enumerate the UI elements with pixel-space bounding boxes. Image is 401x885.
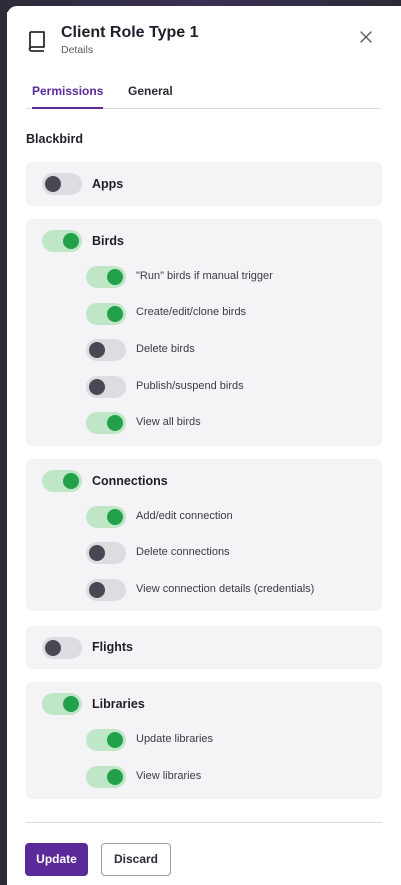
toggle-view-libraries[interactable] xyxy=(86,766,126,788)
toggle-knob xyxy=(107,769,123,785)
toggle-update-libraries[interactable] xyxy=(86,729,126,751)
toggle-knob xyxy=(63,233,79,249)
permission-group-connections: Connections Add/edit connection Delete c… xyxy=(26,459,382,611)
toggle-flights[interactable] xyxy=(42,637,82,659)
group-label-apps: Apps xyxy=(92,177,124,191)
toggle-connections[interactable] xyxy=(42,470,82,492)
footer-divider xyxy=(26,822,382,823)
item-label-add-connection: Add/edit connection xyxy=(136,510,233,522)
permission-group-flights: Flights xyxy=(26,626,382,669)
item-label-update-libraries: Update libraries xyxy=(136,733,214,745)
discard-button[interactable]: Discard xyxy=(101,843,171,876)
permission-group-libraries: Libraries Update libraries View librarie… xyxy=(26,682,382,799)
group-label-libraries: Libraries xyxy=(92,697,145,711)
group-label-flights: Flights xyxy=(92,640,133,654)
book-icon xyxy=(26,29,48,53)
panel-header: Client Role Type 1 Details xyxy=(26,22,381,62)
toggle-delete-birds[interactable] xyxy=(86,339,126,361)
item-label-delete-connections: Delete connections xyxy=(136,546,230,558)
group-label-connections: Connections xyxy=(92,474,168,488)
toggle-delete-connections[interactable] xyxy=(86,542,126,564)
toggle-libraries[interactable] xyxy=(42,693,82,715)
item-label-view-birds: View all birds xyxy=(136,416,201,428)
group-label-birds: Birds xyxy=(92,234,124,248)
toggle-knob xyxy=(107,269,123,285)
toggle-add-connection[interactable] xyxy=(86,506,126,528)
item-label-view-libraries: View libraries xyxy=(136,770,202,782)
toggle-view-connection-details[interactable] xyxy=(86,579,126,601)
toggle-knob xyxy=(107,732,123,748)
toggle-knob xyxy=(45,640,61,656)
toggle-knob xyxy=(89,342,105,358)
section-title: Blackbird xyxy=(26,132,83,146)
close-icon[interactable] xyxy=(357,28,375,46)
page-subtitle: Details xyxy=(61,44,94,56)
toggle-knob xyxy=(107,509,123,525)
update-button[interactable]: Update xyxy=(25,843,88,876)
toggle-knob xyxy=(89,379,105,395)
page-title: Client Role Type 1 xyxy=(61,24,199,41)
tab-bar: Permissions General xyxy=(26,76,381,109)
toggle-birds[interactable] xyxy=(42,230,82,252)
toggle-knob xyxy=(63,696,79,712)
toggle-view-birds[interactable] xyxy=(86,412,126,434)
toggle-knob xyxy=(89,545,105,561)
toggle-knob xyxy=(107,306,123,322)
tab-general[interactable]: General xyxy=(128,84,173,108)
toggle-knob xyxy=(63,473,79,489)
backdrop-left xyxy=(0,0,7,885)
item-label-run-birds: "Run" birds if manual trigger xyxy=(136,270,273,282)
item-label-view-connection-details: View connection details (credentials) xyxy=(136,583,315,595)
item-label-publish-birds: Publish/suspend birds xyxy=(136,380,244,392)
permission-group-birds: Birds "Run" birds if manual trigger Crea… xyxy=(26,219,382,446)
toggle-knob xyxy=(107,415,123,431)
permission-group-apps: Apps xyxy=(26,162,382,206)
toggle-knob xyxy=(45,176,61,192)
toggle-run-birds[interactable] xyxy=(86,266,126,288)
toggle-publish-birds[interactable] xyxy=(86,376,126,398)
tab-permissions[interactable]: Permissions xyxy=(32,84,104,109)
item-label-create-birds: Create/edit/clone birds xyxy=(136,306,247,318)
item-label-delete-birds: Delete birds xyxy=(136,343,195,355)
toggle-knob xyxy=(89,582,105,598)
toggle-apps[interactable] xyxy=(42,173,82,195)
toggle-create-birds[interactable] xyxy=(86,303,126,325)
